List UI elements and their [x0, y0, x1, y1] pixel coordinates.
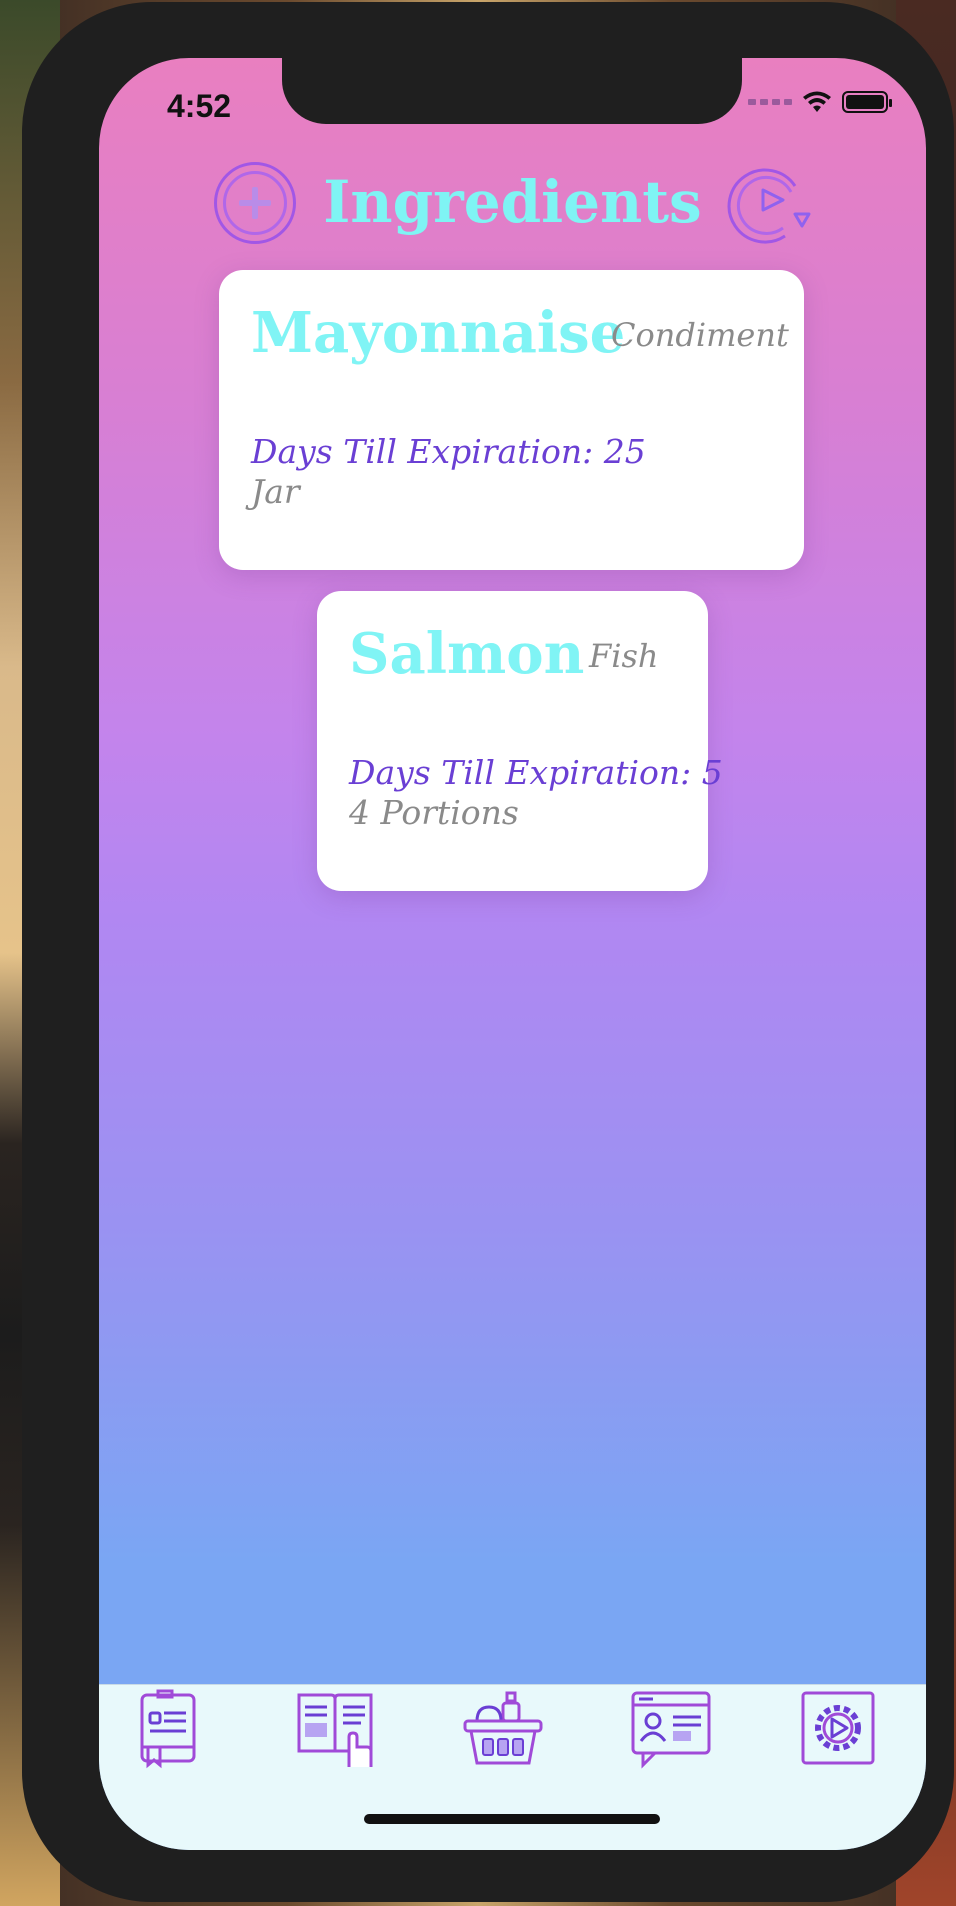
cellular-signal-icon	[748, 99, 792, 105]
refresh-button[interactable]	[725, 162, 813, 250]
refresh-play-icon	[727, 168, 811, 244]
home-indicator[interactable]	[364, 1814, 660, 1824]
ingredient-name: Salmon	[349, 621, 585, 687]
status-indicators	[748, 90, 892, 114]
ingredient-expiry: Days Till Expiration: 25	[251, 432, 646, 471]
ingredient-quantity: 4 Portions	[349, 793, 519, 832]
phone-frame: 4:52 Ingredients Mayonnaise Condiment Da…	[22, 2, 954, 1902]
tab-bar	[99, 1684, 926, 1850]
ingredient-card[interactable]: Salmon Fish Days Till Expiration: 5 4 Po…	[317, 591, 723, 891]
device-notch	[282, 58, 742, 124]
tab-pantry[interactable]	[463, 1689, 543, 1769]
app-screen: 4:52 Ingredients Mayonnaise Condiment Da…	[99, 58, 926, 1850]
ingredient-quantity: Jar	[251, 472, 300, 511]
ingredient-category: Fish	[589, 637, 659, 675]
profile-page-icon	[631, 1691, 711, 1769]
tab-settings[interactable]	[799, 1689, 879, 1769]
tab-profile[interactable]	[631, 1689, 711, 1769]
ingredient-name: Mayonnaise	[251, 300, 626, 366]
ingredient-card[interactable]: Mayonnaise Condiment Days Till Expiratio…	[219, 270, 804, 570]
tab-recipes[interactable]	[127, 1689, 207, 1769]
battery-icon	[842, 91, 892, 113]
recipe-card-icon	[140, 1689, 196, 1769]
recipe-book-icon	[297, 1693, 373, 1767]
settings-gear-icon	[801, 1691, 875, 1765]
ingredient-expiry: Days Till Expiration: 5	[349, 753, 723, 792]
status-time: 4:52	[167, 88, 232, 124]
ingredient-category: Condiment	[611, 316, 789, 354]
wifi-icon	[803, 91, 831, 112]
tab-recipe-book[interactable]	[295, 1689, 375, 1769]
grocery-basket-icon	[463, 1691, 543, 1765]
